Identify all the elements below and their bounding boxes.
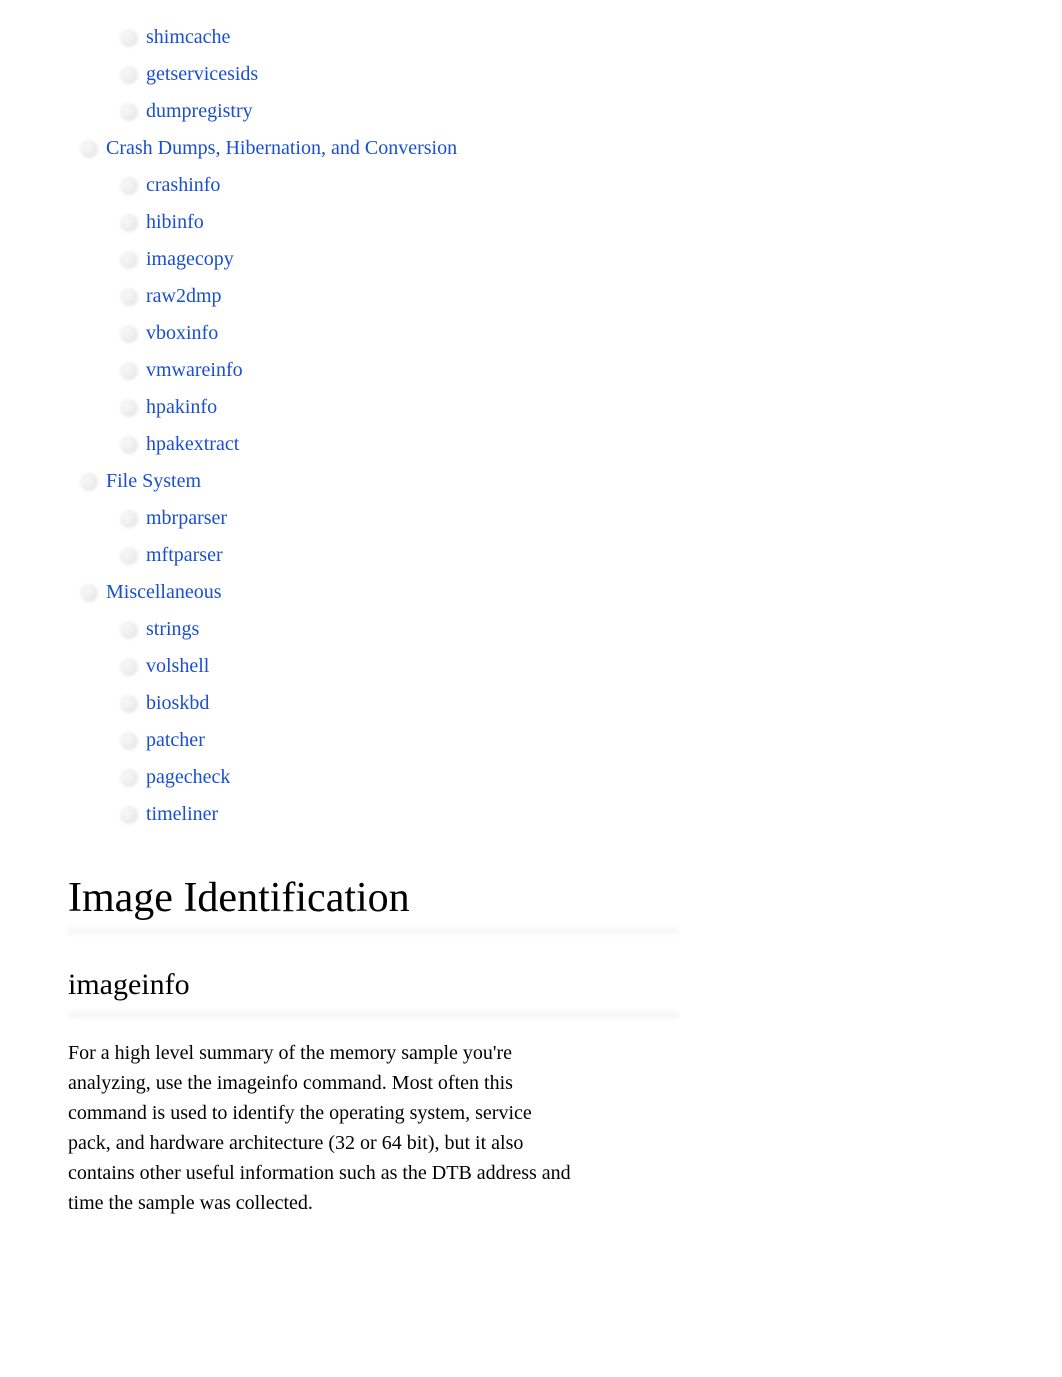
- bullet-icon: [120, 214, 138, 232]
- toc-item: dumpregistry: [68, 94, 688, 129]
- toc-item: crashinfo: [68, 168, 688, 203]
- toc-link-volshell[interactable]: volshell: [146, 649, 209, 684]
- toc-item: hpakextract: [68, 427, 688, 462]
- bullet-icon: [120, 436, 138, 454]
- bullet-icon: [120, 769, 138, 787]
- toc-link-strings[interactable]: strings: [146, 612, 199, 647]
- bullet-icon: [120, 695, 138, 713]
- toc-item: raw2dmp: [68, 279, 688, 314]
- bullet-icon: [80, 140, 98, 158]
- bullet-icon: [120, 732, 138, 750]
- bullet-icon: [120, 325, 138, 343]
- toc-item: patcher: [68, 723, 688, 758]
- divider: [68, 1010, 678, 1020]
- toc-link-pagecheck[interactable]: pagecheck: [146, 760, 230, 795]
- section-heading: Image Identification: [68, 874, 688, 922]
- toc-section: File System: [68, 464, 688, 499]
- toc-list: shimcache getservicesids dumpregistry Cr…: [68, 20, 688, 832]
- toc-item: vmwareinfo: [68, 353, 688, 388]
- toc-link-crash-dumps[interactable]: Crash Dumps, Hibernation, and Conversion: [106, 131, 457, 166]
- toc-link-crashinfo[interactable]: crashinfo: [146, 168, 220, 203]
- toc-item: getservicesids: [68, 57, 688, 92]
- body-paragraph: For a high level summary of the memory s…: [68, 1038, 578, 1218]
- bullet-icon: [120, 362, 138, 380]
- bullet-icon: [120, 547, 138, 565]
- toc-item: bioskbd: [68, 686, 688, 721]
- toc-section: Crash Dumps, Hibernation, and Conversion: [68, 131, 688, 166]
- subsection-heading: imageinfo: [68, 968, 688, 1002]
- toc-item: volshell: [68, 649, 688, 684]
- bullet-icon: [120, 510, 138, 528]
- toc-item: imagecopy: [68, 242, 688, 277]
- toc-item: vboxinfo: [68, 316, 688, 351]
- toc-item: pagecheck: [68, 760, 688, 795]
- toc-link-vmwareinfo[interactable]: vmwareinfo: [146, 353, 243, 388]
- divider: [68, 926, 678, 936]
- bullet-icon: [120, 103, 138, 121]
- toc-link-imagecopy[interactable]: imagecopy: [146, 242, 234, 277]
- bullet-icon: [120, 399, 138, 417]
- bullet-icon: [120, 29, 138, 47]
- toc-link-mbrparser[interactable]: mbrparser: [146, 501, 227, 536]
- toc-link-raw2dmp[interactable]: raw2dmp: [146, 279, 222, 314]
- toc-link-timeliner[interactable]: timeliner: [146, 797, 218, 832]
- bullet-icon: [120, 177, 138, 195]
- toc-item: shimcache: [68, 20, 688, 55]
- toc-link-hpakextract[interactable]: hpakextract: [146, 427, 239, 462]
- bullet-icon: [120, 806, 138, 824]
- bullet-icon: [120, 621, 138, 639]
- bullet-icon: [80, 473, 98, 491]
- toc-link-vboxinfo[interactable]: vboxinfo: [146, 316, 218, 351]
- document-content: shimcache getservicesids dumpregistry Cr…: [0, 0, 756, 1258]
- toc-link-bioskbd[interactable]: bioskbd: [146, 686, 209, 721]
- toc-link-shimcache[interactable]: shimcache: [146, 20, 230, 55]
- bullet-icon: [120, 251, 138, 269]
- toc-link-patcher[interactable]: patcher: [146, 723, 205, 758]
- toc-item: hpakinfo: [68, 390, 688, 425]
- bullet-icon: [80, 584, 98, 602]
- toc-item: mbrparser: [68, 501, 688, 536]
- bullet-icon: [120, 288, 138, 306]
- toc-link-getservicesids[interactable]: getservicesids: [146, 57, 258, 92]
- toc-link-hibinfo[interactable]: hibinfo: [146, 205, 204, 240]
- toc-section: Miscellaneous: [68, 575, 688, 610]
- toc-item: hibinfo: [68, 205, 688, 240]
- toc-link-mftparser[interactable]: mftparser: [146, 538, 223, 573]
- toc-item: mftparser: [68, 538, 688, 573]
- toc-link-file-system[interactable]: File System: [106, 464, 201, 499]
- toc-link-hpakinfo[interactable]: hpakinfo: [146, 390, 217, 425]
- toc-item: timeliner: [68, 797, 688, 832]
- toc-link-dumpregistry[interactable]: dumpregistry: [146, 94, 253, 129]
- toc-link-miscellaneous[interactable]: Miscellaneous: [106, 575, 222, 610]
- toc-item: strings: [68, 612, 688, 647]
- bullet-icon: [120, 658, 138, 676]
- bullet-icon: [120, 66, 138, 84]
